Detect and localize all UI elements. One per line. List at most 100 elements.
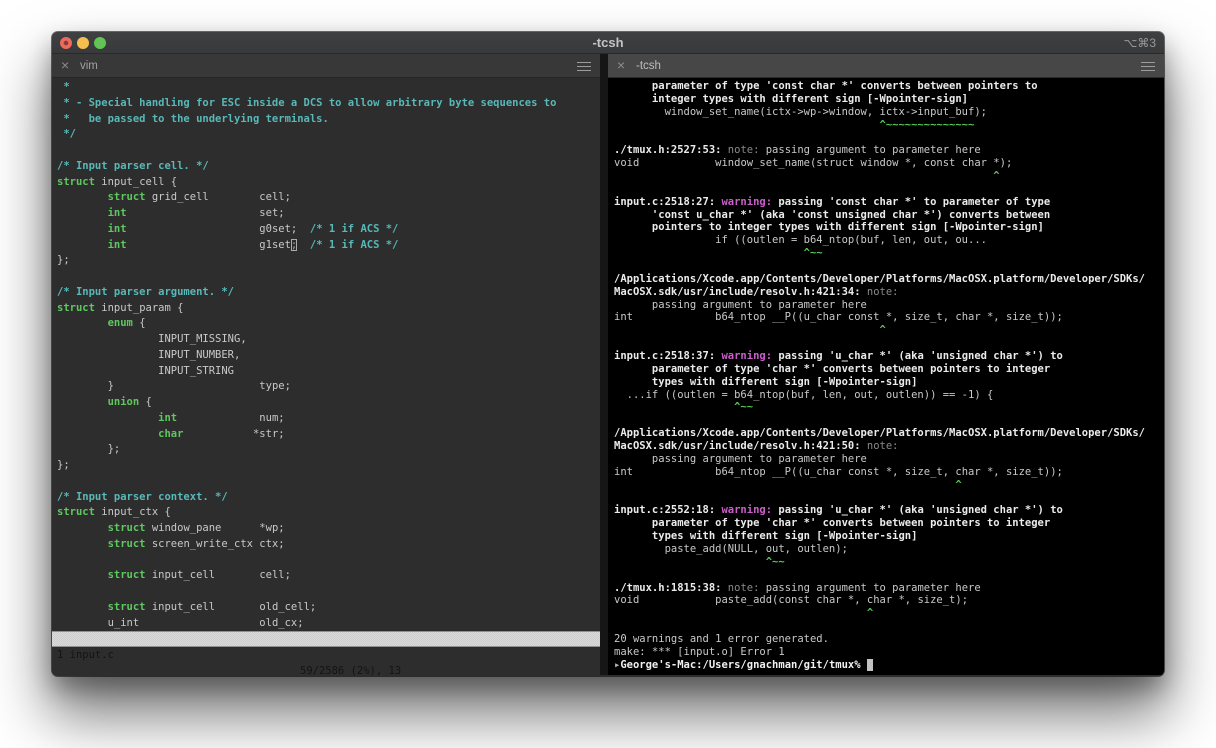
- terminal-line: struct input_cell old_cell;: [107, 600, 317, 613]
- terminal-line: struct input_cell {: [57, 175, 178, 188]
- left-tab-title: vim: [80, 60, 98, 72]
- terminal-line: /Applications/Xcode.app/Contents/Develop…: [614, 272, 1146, 285]
- terminal-line: MacOSX.sdk/usr/include/resolv.h:421:50: …: [614, 440, 899, 453]
- terminal-line: void paste_add(const char *, char *, siz…: [614, 594, 969, 607]
- terminal-line: union {: [107, 396, 152, 408]
- left-pane: × vim * * - Special handling for ESC ins…: [52, 54, 600, 676]
- terminal-line: parameter of type 'char *' converts betw…: [614, 517, 1051, 530]
- pane-divider[interactable]: [600, 54, 608, 675]
- terminal-line: int b64_ntop __P((u_char const *, size_t…: [614, 311, 1063, 324]
- terminal-line: struct input_ctx {: [57, 506, 171, 519]
- terminal-line: if ((outlen = b64_ntop(buf, len, out, ou…: [614, 234, 987, 247]
- terminal-line: struct input_cell cell;: [107, 569, 291, 582]
- terminal-line: ^~~: [614, 555, 785, 568]
- terminal-line: struct screen_write_ctx ctx;: [107, 537, 285, 550]
- terminal-line: /Applications/Xcode.app/Contents/Develop…: [614, 427, 1146, 440]
- left-pane-tab-bar[interactable]: × vim: [52, 54, 600, 78]
- terminal-line: INPUT_NUMBER,: [57, 348, 241, 361]
- window-title: -tcsh: [592, 35, 624, 50]
- terminal-line: void window_set_name(struct window *, co…: [614, 157, 1013, 170]
- terminal-line: make: *** [input.o] Error 1: [614, 645, 785, 658]
- vim-terminal[interactable]: * * - Special handling for ESC inside a …: [52, 78, 600, 676]
- vim-status-filename: 1 input.c: [57, 649, 114, 661]
- terminal-line: ^: [614, 324, 886, 337]
- terminal-line: };: [57, 459, 70, 471]
- terminal-line: ./tmux.h:2527:53: note: passing argument…: [614, 144, 981, 157]
- terminal-line: ^~~~~~~~~~~~~~~: [614, 118, 975, 131]
- terminal-line: enum {: [107, 317, 146, 330]
- terminal-line: /* Input parser context. */: [57, 490, 228, 503]
- terminal-line: parameter of type 'const char *' convert…: [614, 80, 1038, 92]
- terminal-line: INPUT_MISSING,: [57, 333, 247, 345]
- terminal-line: integer types with different sign [-Wpoi…: [614, 92, 969, 105]
- terminal-line: MacOSX.sdk/usr/include/resolv.h:421:34: …: [614, 285, 899, 298]
- terminal-line: *: [57, 81, 70, 93]
- window-shortcut-badge: ⌥⌘3: [1123, 36, 1156, 50]
- terminal-line: struct grid_cell cell;: [107, 191, 291, 204]
- hamburger-menu-icon[interactable]: [1141, 62, 1155, 71]
- terminal-line: ^~~: [614, 401, 754, 414]
- terminal-line: int g1set; /* 1 if ACS */: [107, 238, 399, 251]
- terminal-line: input.c:2518:27: warning: passing 'const…: [614, 195, 1051, 208]
- terminal-line: /* Input parser argument. */: [57, 285, 235, 298]
- right-pane: × -tcsh parameter of type 'const char *'…: [608, 54, 1164, 675]
- terminal-line: } type;: [57, 380, 291, 393]
- terminal-line: 20 warnings and 1 error generated.: [614, 632, 829, 645]
- terminal-line: int g0set; /* 1 if ACS */: [107, 222, 399, 235]
- terminal-line: };: [57, 254, 70, 267]
- terminal-line: int num;: [158, 411, 285, 424]
- terminal-line: */: [57, 128, 76, 141]
- terminal-line: passing argument to parameter here: [614, 298, 867, 311]
- terminal-line: types with different sign [-Wpointer-sig…: [614, 530, 918, 543]
- terminal-line: window_set_name(ictx->wp->window, ictx->…: [614, 105, 987, 118]
- right-tab-title: -tcsh: [636, 60, 661, 72]
- terminal-line: input.c:2518:37: warning: passing 'u_cha…: [614, 350, 1063, 363]
- terminal-line: types with different sign [-Wpointer-sig…: [614, 375, 918, 388]
- terminal-line: * - Special handling for ESC inside a DC…: [57, 96, 557, 109]
- terminal-line: input.c:2552:18: warning: passing 'u_cha…: [614, 504, 1063, 517]
- terminal-line: ^: [614, 170, 1000, 183]
- close-tab-icon[interactable]: ×: [617, 54, 625, 78]
- hamburger-menu-icon[interactable]: [577, 62, 591, 71]
- terminal-line: ...if ((outlen = b64_ntop(buf, len, out,…: [614, 388, 994, 401]
- vim-status-bar: 1 input.c 59/2586 (2%), 13 (-1 ): [52, 631, 600, 676]
- terminal-line: ^~~: [614, 247, 823, 260]
- title-bar[interactable]: -tcsh ⌥⌘3: [52, 32, 1164, 54]
- right-pane-tab-bar[interactable]: × -tcsh: [608, 54, 1164, 78]
- vim-buffer: * * - Special handling for ESC inside a …: [52, 78, 600, 631]
- terminal-line: INPUT_STRING: [57, 364, 235, 377]
- terminal-line: struct window_pane *wp;: [107, 522, 285, 534]
- shell-terminal[interactable]: parameter of type 'const char *' convert…: [608, 78, 1164, 675]
- terminal-line: char *str;: [158, 427, 285, 440]
- vim-status-position: 59/2586 (2%), 13: [300, 665, 402, 676]
- terminal-line: ^: [614, 478, 962, 491]
- terminal-line: u_int old_cx;: [57, 616, 304, 629]
- close-tab-icon[interactable]: ×: [61, 54, 69, 78]
- terminal-line: paste_add(NULL, out, outlen);: [614, 542, 848, 555]
- terminal-line: struct input_param {: [57, 301, 184, 314]
- terminal-line: ./tmux.h:1815:38: note: passing argument…: [614, 581, 981, 594]
- terminal-line: int b64_ntop __P((u_char const *, size_t…: [614, 465, 1063, 478]
- terminal-line: };: [57, 443, 121, 456]
- terminal-line: 'const u_char *' (aka 'const unsigned ch…: [614, 208, 1051, 221]
- shell-buffer: parameter of type 'const char *' convert…: [608, 78, 1164, 672]
- terminal-line: ▸George's-Mac:/Users/gnachman/git/tmux%: [614, 658, 1164, 672]
- terminal-window: -tcsh ⌥⌘3 × vim * * - Special handling f…: [52, 32, 1164, 676]
- terminal-line: passing argument to parameter here: [614, 452, 867, 465]
- terminal-line: parameter of type 'char *' converts betw…: [614, 362, 1051, 375]
- split-panes: × vim * * - Special handling for ESC ins…: [52, 54, 1164, 676]
- terminal-line: pointers to integer types with different…: [614, 221, 1044, 234]
